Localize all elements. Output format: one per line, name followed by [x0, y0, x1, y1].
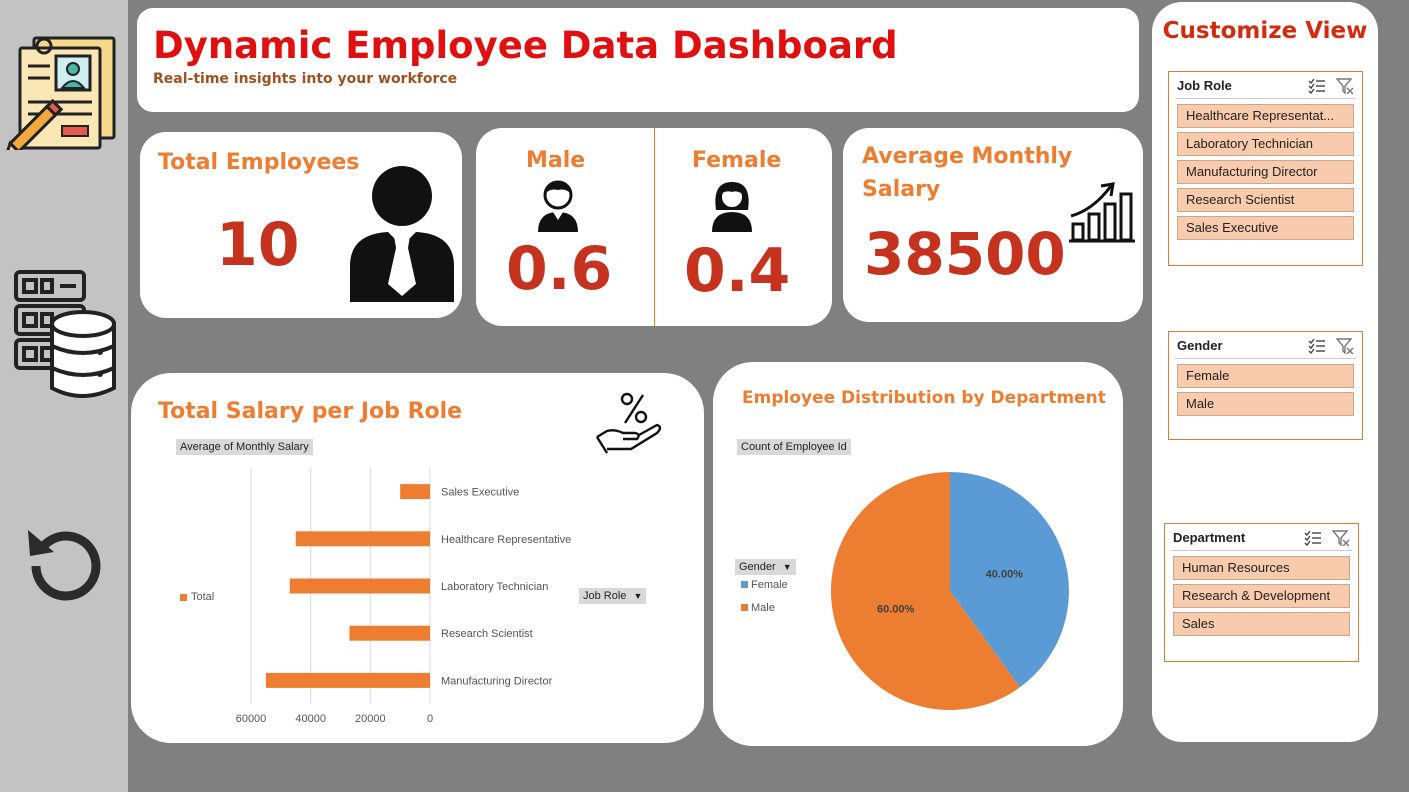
bar-category-label: Manufacturing Director: [441, 675, 553, 687]
slicer-item[interactable]: Manufacturing Director: [1177, 160, 1354, 184]
bar-category-label: Research Scientist: [441, 628, 533, 640]
pie-data-label: 60.00%: [877, 604, 915, 616]
slicer-item[interactable]: Human Resources: [1173, 556, 1350, 580]
slicer-divider: [1171, 550, 1352, 551]
clear-filter-icon[interactable]: [1335, 78, 1354, 98]
reset-icon[interactable]: [24, 522, 104, 602]
female-value: 0.4: [684, 236, 791, 306]
bar-category-label: Healthcare Representative: [441, 534, 571, 546]
distribution-card: Employee Distribution by Department Coun…: [713, 362, 1123, 746]
pie-legend-label: Male: [751, 602, 775, 614]
female-label: Female: [692, 148, 782, 173]
bar[interactable]: [289, 578, 430, 594]
avg-salary-card: Average Monthly Salary 38500: [843, 128, 1143, 322]
pie-legend-label: Female: [751, 579, 788, 591]
avg-salary-label-line2: Salary: [862, 177, 941, 202]
growth-chart-icon: [1067, 180, 1137, 248]
male-label: Male: [526, 148, 586, 173]
total-employees-label: Total Employees: [158, 150, 360, 175]
clear-filter-icon[interactable]: [1335, 338, 1354, 358]
pie-legend-swatch: [741, 604, 748, 611]
salary-by-role-card: Total Salary per Job Role Average of Mon…: [131, 373, 704, 743]
employee-profile-icon[interactable]: [3, 32, 118, 159]
male-value: 0.6: [506, 234, 613, 304]
bar-category-label: Laboratory Technician: [441, 581, 548, 593]
customize-title: Customize View: [1162, 18, 1368, 44]
pie-data-label: 40.00%: [986, 568, 1024, 580]
bar[interactable]: [265, 672, 430, 688]
header-card: Dynamic Employee Data Dashboard Real-tim…: [137, 8, 1139, 112]
gender-card: Male 0.6 Female 0.4: [476, 128, 832, 326]
businessman-icon: [348, 166, 456, 306]
avg-salary-value: 38500: [864, 220, 1066, 288]
database-icon[interactable]: [12, 268, 118, 404]
bar[interactable]: [295, 531, 430, 547]
total-employees-value: 10: [216, 210, 300, 280]
bar[interactable]: [400, 484, 430, 500]
avg-salary-label-line1: Average Monthly: [862, 144, 1073, 169]
slicer-tools: [1308, 338, 1354, 358]
slicer-item[interactable]: Sales: [1173, 612, 1350, 636]
slicer-item[interactable]: Laboratory Technician: [1177, 132, 1354, 156]
slicer-item[interactable]: Sales Executive: [1177, 216, 1354, 240]
pie-chart: 40.00% 60.00% Female Male: [741, 472, 1069, 710]
slicer-header: Department: [1173, 530, 1246, 545]
slicer-header: Gender: [1177, 338, 1223, 353]
gender-divider: [654, 128, 655, 326]
page-subtitle: Real-time insights into your workforce: [153, 71, 458, 87]
slicer-tools: [1308, 78, 1354, 98]
slicer-divider: [1175, 98, 1356, 99]
multi-select-icon[interactable]: [1308, 78, 1326, 98]
slicer-item[interactable]: Research Scientist: [1177, 188, 1354, 212]
clear-filter-icon[interactable]: [1331, 530, 1350, 550]
bar[interactable]: [349, 625, 430, 641]
bar-chart: 60000 40000 20000 0 Sales Executive Healthcar…: [236, 468, 571, 725]
bar-x-tick-label: 0: [427, 713, 433, 725]
multi-select-icon[interactable]: [1308, 338, 1326, 358]
gender-slicer: Gender Female Male: [1168, 331, 1363, 440]
slicer-item[interactable]: Research & Development: [1173, 584, 1350, 608]
bar-category-label: Sales Executive: [441, 487, 519, 499]
left-sidebar: [0, 0, 128, 792]
female-icon: [710, 180, 754, 236]
slicer-header: Job Role: [1177, 78, 1232, 93]
slicer-divider: [1175, 358, 1356, 359]
slicer-item[interactable]: Male: [1177, 392, 1354, 416]
total-employees-card: Total Employees 10: [140, 132, 462, 318]
male-icon: [536, 180, 580, 236]
slicer-tools: [1304, 530, 1350, 550]
job-role-slicer: Job Role Healthcare Representat... Laborat…: [1168, 71, 1363, 266]
bar-x-tick-label: 60000: [236, 713, 267, 725]
pie-legend-swatch: [741, 581, 748, 588]
slicer-item[interactable]: Female: [1177, 364, 1354, 388]
bar-x-tick-label: 20000: [355, 713, 386, 725]
page-title: Dynamic Employee Data Dashboard: [153, 24, 898, 67]
multi-select-icon[interactable]: [1304, 530, 1322, 550]
bar-x-tick-label: 40000: [295, 713, 326, 725]
slicer-item[interactable]: Healthcare Representat...: [1177, 104, 1354, 128]
department-slicer: Department Human Resources Research & Deve…: [1164, 523, 1359, 662]
